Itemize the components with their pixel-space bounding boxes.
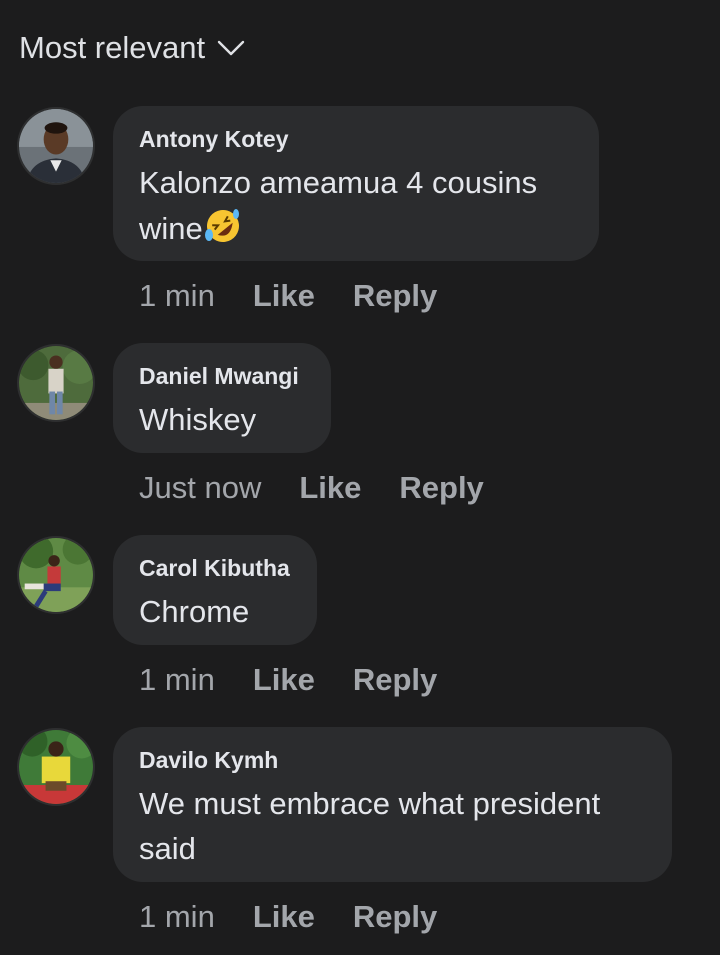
avatar[interactable] (17, 344, 95, 422)
comment-text: Kalonzo ameamua 4 cousins wine (139, 160, 573, 251)
comment-text-line: Kalonzo ameamua 4 cousins (139, 165, 538, 200)
comment-author[interactable]: Daniel Mwangi (139, 362, 305, 390)
comment-bubble: Davilo Kymh We must embrace what preside… (113, 727, 672, 882)
comment-bubble: Antony Kotey Kalonzo ameamua 4 cousins w… (113, 106, 599, 261)
comment-meta: 1 min Like Reply (139, 662, 437, 698)
avatar[interactable] (17, 536, 95, 614)
comment-timestamp[interactable]: 1 min (139, 278, 215, 314)
comment-timestamp[interactable]: 1 min (139, 662, 215, 698)
reply-button[interactable]: Reply (353, 662, 437, 698)
reply-button[interactable]: Reply (353, 278, 437, 314)
comment-text: Whiskey (139, 402, 257, 437)
like-button[interactable]: Like (253, 899, 315, 935)
comment-bubble: Daniel Mwangi Whiskey (113, 343, 331, 453)
comment-timestamp[interactable]: Just now (139, 470, 261, 506)
sort-label: Most relevant (19, 30, 206, 65)
comment-text-line: wine (139, 205, 573, 251)
like-button[interactable]: Like (253, 662, 315, 698)
comment-author[interactable]: Davilo Kymh (139, 746, 646, 774)
comment-meta: 1 min Like Reply (139, 278, 437, 314)
comment-text: We must embrace what president said (139, 781, 646, 871)
comment-text: Chrome (139, 594, 250, 629)
chevron-down-icon (217, 40, 245, 56)
comment-text-fragment: wine (139, 211, 203, 246)
comment-bubble: Carol Kibutha Chrome (113, 535, 317, 645)
like-button[interactable]: Like (253, 278, 315, 314)
comment-author[interactable]: Antony Kotey (139, 125, 573, 153)
comment-meta: Just now Like Reply (139, 470, 484, 506)
like-button[interactable]: Like (299, 470, 361, 506)
comment-author[interactable]: Carol Kibutha (139, 554, 291, 582)
comment-meta: 1 min Like Reply (139, 899, 437, 935)
avatar[interactable] (17, 107, 95, 185)
rolling-on-floor-laughing-emoji (204, 209, 239, 242)
comment-text-line: said (139, 831, 196, 866)
comment-timestamp[interactable]: 1 min (139, 899, 215, 935)
avatar[interactable] (17, 728, 95, 806)
reply-button[interactable]: Reply (399, 470, 483, 506)
sort-selector[interactable]: Most relevant (19, 30, 245, 66)
reply-button[interactable]: Reply (353, 899, 437, 935)
comment-text-line: We must embrace what president (139, 786, 601, 821)
